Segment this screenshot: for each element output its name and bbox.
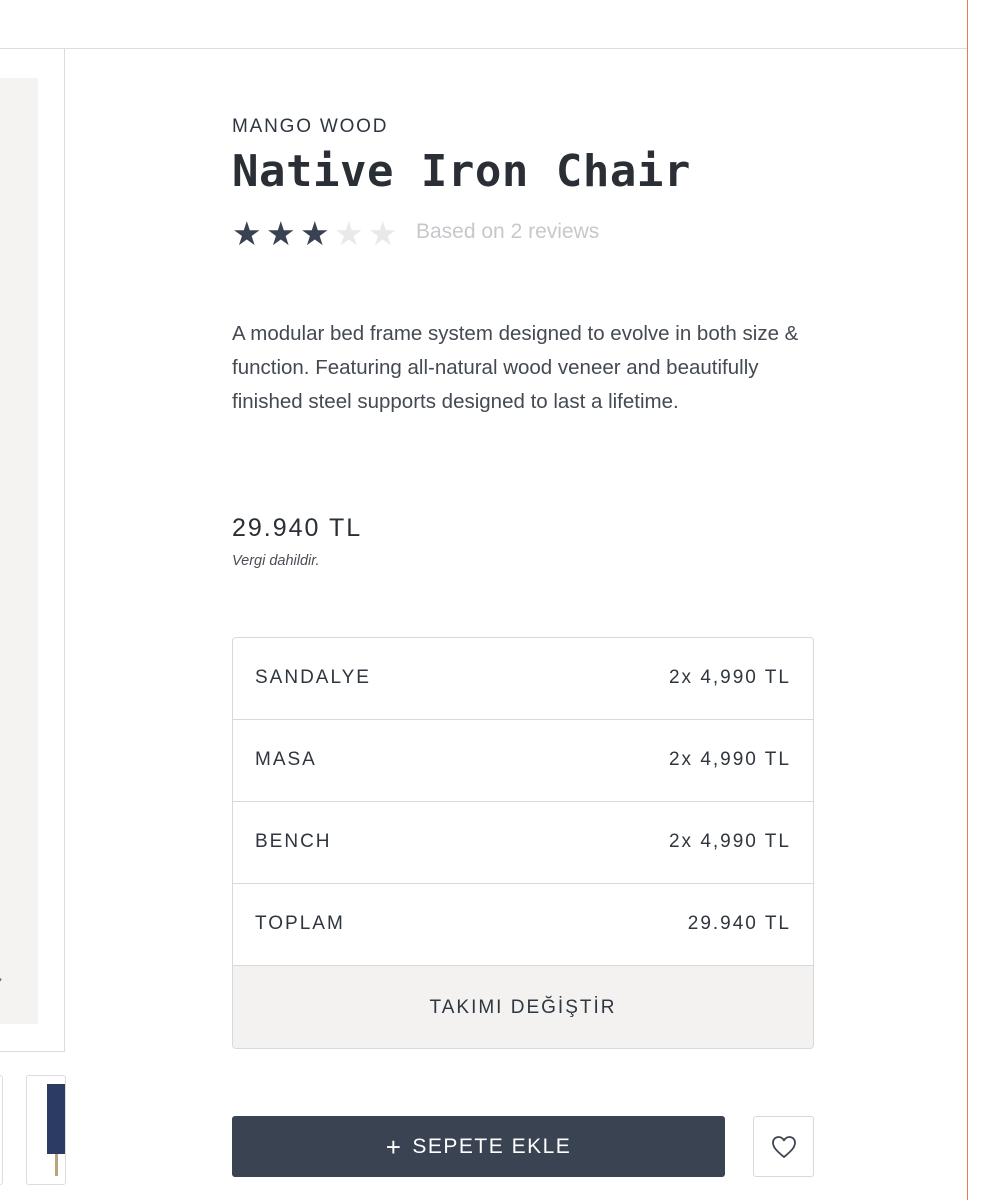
- thumbnail-chair-image: [47, 1084, 65, 1154]
- change-set-button[interactable]: TAKIMI DEĞİŞTİR: [233, 966, 813, 1048]
- reviews-link[interactable]: Based on 2 reviews: [416, 220, 599, 244]
- product-price: 29.940 TL: [232, 514, 363, 542]
- row-value: 2x 4,990 TL: [668, 749, 791, 770]
- total-label: TOPLAM: [255, 913, 345, 934]
- product-description: A modular bed frame system designed to e…: [232, 322, 799, 413]
- plus-icon: +: [385, 1131, 403, 1162]
- page-edge-line: [967, 0, 968, 1200]
- total-value: 29.940 TL: [687, 913, 791, 934]
- gallery-thumbnail[interactable]: [26, 1075, 66, 1185]
- product-main-image[interactable]: [0, 78, 38, 1024]
- rating-stars[interactable]: ★ ★ ★ ★ ★: [232, 214, 402, 254]
- add-to-cart-label: SEPETE EKLE: [412, 1134, 572, 1158]
- table-row: MASA 2x 4,990 TL: [233, 720, 813, 802]
- star-icon: ★: [232, 214, 262, 253]
- table-row: SANDALYE 2x 4,990 TL: [233, 638, 813, 720]
- set-contents-table: SANDALYE 2x 4,990 TL MASA 2x 4,990 TL BE…: [232, 637, 814, 1049]
- table-row: BENCH 2x 4,990 TL: [233, 802, 813, 884]
- product-brand: MANGO WOOD: [232, 116, 389, 137]
- row-label: BENCH: [255, 831, 332, 852]
- gallery-thumbnail[interactable]: [0, 1075, 3, 1185]
- thumbnail-chair-leg: [55, 1154, 58, 1176]
- row-label: MASA: [255, 749, 317, 770]
- star-icon: ★: [368, 214, 398, 253]
- row-value: 2x 4,990 TL: [668, 667, 791, 688]
- product-title: Native Iron Chair: [232, 146, 691, 197]
- row-value: 2x 4,990 TL: [668, 831, 791, 852]
- star-icon: ★: [334, 214, 364, 253]
- heart-icon: [771, 1135, 796, 1158]
- star-icon: ★: [266, 214, 296, 253]
- star-icon: ★: [300, 214, 330, 253]
- tax-note: Vergi dahildir.: [232, 553, 320, 569]
- gallery-next-icon[interactable]: ›: [0, 972, 2, 986]
- header-divider: [0, 48, 968, 49]
- row-label: SANDALYE: [255, 667, 371, 688]
- wishlist-button[interactable]: [753, 1116, 814, 1177]
- add-to-cart-button[interactable]: + SEPETE EKLE: [232, 1116, 725, 1177]
- table-row-total: TOPLAM 29.940 TL: [233, 884, 813, 966]
